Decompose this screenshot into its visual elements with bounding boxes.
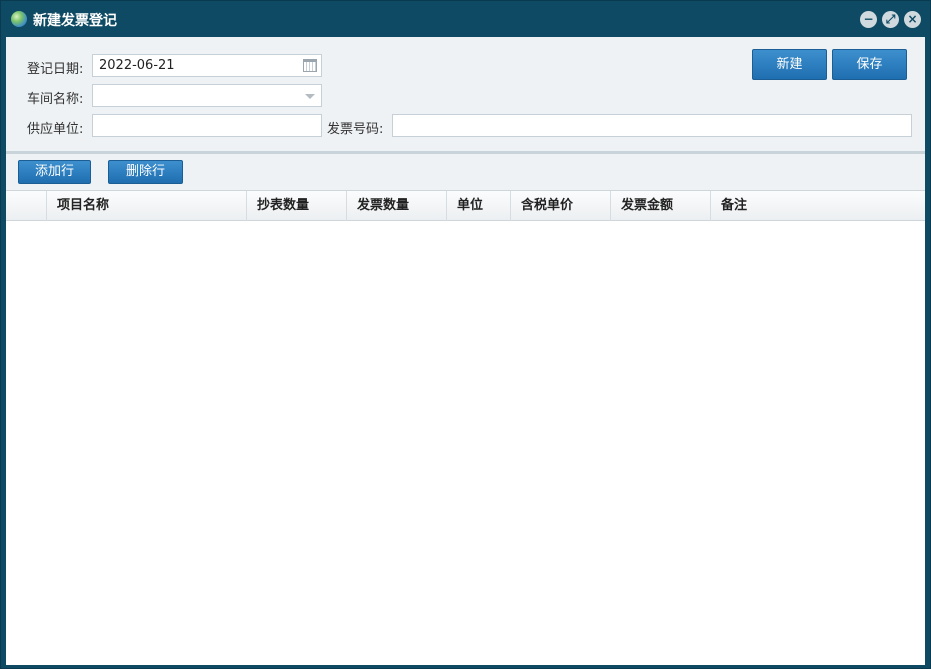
save-button[interactable]: 保存 bbox=[832, 49, 907, 80]
invoice-items-table: 项目名称 抄表数量 发票数量 单位 含税单价 发票金额 备注 bbox=[6, 190, 925, 665]
date-label: 登记日期: bbox=[27, 62, 84, 77]
table-body[interactable] bbox=[6, 221, 925, 665]
invoice-number-input[interactable] bbox=[392, 114, 912, 137]
column-header[interactable]: 单位 bbox=[447, 191, 511, 221]
chevron-down-icon[interactable] bbox=[305, 94, 315, 99]
column-header[interactable]: 抄表数量 bbox=[247, 191, 347, 221]
new-button[interactable]: 新建 bbox=[752, 49, 827, 80]
globe-icon bbox=[11, 11, 27, 27]
date-field[interactable]: 2022-06-21 bbox=[92, 54, 322, 77]
delete-row-button[interactable]: 删除行 bbox=[108, 160, 183, 184]
minimize-icon[interactable]: − bbox=[860, 11, 877, 28]
date-value: 2022-06-21 bbox=[99, 58, 175, 73]
invoice-number-label: 发票号码: bbox=[327, 122, 384, 137]
close-icon[interactable]: × bbox=[904, 11, 921, 28]
form-panel: 登记日期: 2022-06-21 车间名称: 供应单位: 发票号码: 新建 保存 bbox=[6, 37, 925, 151]
column-header[interactable]: 发票金额 bbox=[611, 191, 711, 221]
workshop-select[interactable] bbox=[92, 84, 322, 107]
supplier-input[interactable] bbox=[92, 114, 322, 137]
table-header: 项目名称 抄表数量 发票数量 单位 含税单价 发票金额 备注 bbox=[6, 190, 925, 221]
add-row-button[interactable]: 添加行 bbox=[18, 160, 91, 184]
workshop-label: 车间名称: bbox=[27, 92, 84, 107]
column-header[interactable]: 发票数量 bbox=[347, 191, 447, 221]
title-bar[interactable]: 新建发票登记 − ⤢ × bbox=[1, 1, 930, 37]
calendar-icon[interactable] bbox=[303, 59, 317, 72]
invoice-registration-window: 新建发票登记 − ⤢ × 登记日期: 2022-06-21 车间名称: 供应单位… bbox=[0, 0, 931, 669]
row-number-column bbox=[6, 191, 47, 221]
grid-toolbar: 添加行 删除行 bbox=[6, 154, 925, 190]
window-title: 新建发票登记 bbox=[33, 13, 117, 29]
supplier-label: 供应单位: bbox=[27, 122, 84, 137]
column-header[interactable]: 含税单价 bbox=[511, 191, 611, 221]
column-header[interactable]: 项目名称 bbox=[47, 191, 247, 221]
column-header[interactable]: 备注 bbox=[711, 191, 925, 221]
maximize-icon[interactable]: ⤢ bbox=[882, 11, 899, 28]
